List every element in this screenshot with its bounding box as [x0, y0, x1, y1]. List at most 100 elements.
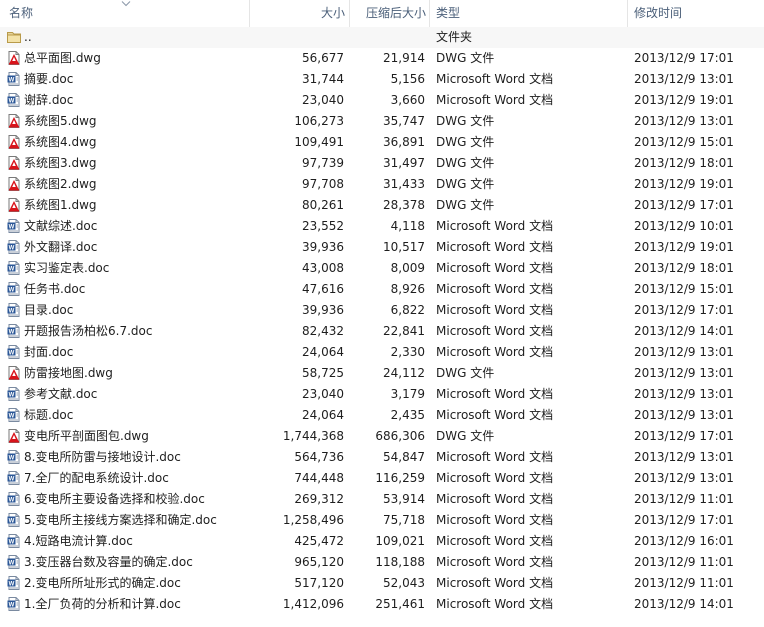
file-modified: 2013/12/9 13:01 [634, 471, 734, 485]
file-modified: 2013/12/9 13:01 [634, 72, 734, 86]
svg-text:W: W [9, 539, 15, 545]
file-row[interactable]: W 5.变电所主接线方案选择和确定.doc 1,258,496 75,718 Micro… [0, 510, 764, 531]
column-header-modified[interactable]: 修改时间 [634, 0, 682, 27]
file-type: Microsoft Word 文档 [436, 513, 554, 527]
file-row[interactable]: 系统图3.dwg 97,739 31,497 DWG 文件 2013/12/9 18:0… [0, 153, 764, 174]
file-row[interactable]: 防雷接地图.dwg 58,725 24,112 DWG 文件 2013/12/9 13:… [0, 363, 764, 384]
file-row[interactable]: W 4.短路电流计算.doc 425,472 109,021 Microsoft Wor… [0, 531, 764, 552]
word-doc-icon: W [7, 597, 20, 611]
file-row[interactable]: 系统图4.dwg 109,491 36,891 DWG 文件 2013/12/9 15:… [0, 132, 764, 153]
file-row[interactable]: W 1.全厂负荷的分析和计算.doc 1,412,096 251,461 Microso… [0, 594, 764, 615]
file-type: Microsoft Word 文档 [436, 282, 554, 296]
file-name: 谢辞.doc [24, 93, 74, 107]
file-row[interactable]: W 2.变电所所址形式的确定.doc 517,120 52,043 Microsoft … [0, 573, 764, 594]
file-name: 4.短路电流计算.doc [24, 534, 133, 548]
dwg-file-icon [8, 366, 20, 380]
file-size: 39,936 [302, 240, 344, 254]
file-type: Microsoft Word 文档 [436, 303, 554, 317]
file-size: 24,064 [302, 408, 344, 422]
file-row[interactable]: W 目录.doc 39,936 6,822 Microsoft Word 文档 2013/… [0, 300, 764, 321]
file-modified: 2013/12/9 17:01 [634, 303, 734, 317]
file-modified: 2013/12/9 14:01 [634, 597, 734, 611]
file-size: 106,273 [294, 114, 344, 128]
column-divider[interactable] [627, 0, 628, 27]
sort-chevron-icon [121, 1, 131, 7]
file-type: Microsoft Word 文档 [436, 450, 554, 464]
file-type: Microsoft Word 文档 [436, 345, 554, 359]
file-row[interactable]: W 实习鉴定表.doc 43,008 8,009 Microsoft Word 文档 20… [0, 258, 764, 279]
file-compressed-size: 8,926 [390, 282, 425, 296]
file-row[interactable]: W 外文翻译.doc 39,936 10,517 Microsoft Word 文档 20… [0, 237, 764, 258]
file-row[interactable]: W 3.变压器台数及容量的确定.doc 965,120 118,188 Microsof… [0, 552, 764, 573]
file-size: 24,064 [302, 345, 344, 359]
file-row[interactable]: W 摘要.doc 31,744 5,156 Microsoft Word 文档 2013/… [0, 69, 764, 90]
svg-text:W: W [9, 350, 15, 356]
word-doc-icon: W [7, 240, 20, 254]
word-doc-icon: W [7, 261, 20, 275]
column-header-compressed-size[interactable]: 压缩后大小 [350, 0, 426, 27]
file-size: 80,261 [302, 198, 344, 212]
svg-text:W: W [9, 77, 15, 83]
svg-text:W: W [9, 455, 15, 461]
file-name: 目录.doc [24, 303, 74, 317]
file-row[interactable]: W 封面.doc 24,064 2,330 Microsoft Word 文档 2013/… [0, 342, 764, 363]
word-doc-icon: W [7, 93, 20, 107]
dwg-file-icon [8, 156, 20, 170]
file-row[interactable]: W 文献综述.doc 23,552 4,118 Microsoft Word 文档 201… [0, 216, 764, 237]
word-doc-icon: W [7, 534, 20, 548]
parent-folder-row[interactable]: .. 文件夹 [0, 27, 764, 48]
file-size: 97,708 [302, 177, 344, 191]
svg-text:W: W [9, 476, 15, 482]
file-modified: 2013/12/9 17:01 [634, 51, 734, 65]
word-doc-icon: W [7, 72, 20, 86]
word-doc-icon: W [7, 513, 20, 527]
file-name: 文献综述.doc [24, 219, 98, 233]
file-row[interactable]: W 8.变电所防雷与接地设计.doc 564,736 54,847 Microsoft … [0, 447, 764, 468]
file-size: 43,008 [302, 261, 344, 275]
column-header-type[interactable]: 类型 [436, 0, 460, 27]
column-header-name[interactable]: 名称 [9, 0, 33, 27]
file-type: Microsoft Word 文档 [436, 492, 554, 506]
file-size: 1,744,368 [282, 429, 344, 443]
file-compressed-size: 52,043 [383, 576, 425, 590]
file-row[interactable]: W 任务书.doc 47,616 8,926 Microsoft Word 文档 2013… [0, 279, 764, 300]
column-divider[interactable] [429, 0, 430, 27]
file-name: 任务书.doc [24, 282, 86, 296]
file-type: Microsoft Word 文档 [436, 324, 554, 338]
file-row[interactable]: W 标题.doc 24,064 2,435 Microsoft Word 文档 2013/… [0, 405, 764, 426]
file-compressed-size: 686,306 [375, 429, 425, 443]
file-row[interactable]: W 谢辞.doc 23,040 3,660 Microsoft Word 文档 2013/… [0, 90, 764, 111]
file-name: 1.全厂负荷的分析和计算.doc [24, 597, 181, 611]
file-row[interactable]: W 6.变电所主要设备选择和校验.doc 269,312 53,914 Microsof… [0, 489, 764, 510]
file-compressed-size: 2,435 [390, 408, 425, 422]
file-modified: 2013/12/9 13:01 [634, 366, 734, 380]
file-row[interactable]: W 参考文献.doc 23,040 3,179 Microsoft Word 文档 201… [0, 384, 764, 405]
file-row[interactable]: 总平面图.dwg 56,677 21,914 DWG 文件 2013/12/9 17:0… [0, 48, 764, 69]
file-type: Microsoft Word 文档 [436, 93, 554, 107]
file-row[interactable]: 系统图1.dwg 80,261 28,378 DWG 文件 2013/12/9 17:0… [0, 195, 764, 216]
file-compressed-size: 2,330 [390, 345, 425, 359]
file-compressed-size: 118,188 [375, 555, 425, 569]
file-size: 744,448 [294, 471, 344, 485]
file-row[interactable]: W 开题报告汤柏松6.7.doc 82,432 22,841 Microsoft Wor… [0, 321, 764, 342]
dwg-file-icon [8, 135, 20, 149]
file-name: 变电所平剖面图包.dwg [24, 429, 149, 443]
svg-text:W: W [9, 224, 15, 230]
svg-text:W: W [9, 392, 15, 398]
file-row[interactable]: 系统图2.dwg 97,708 31,433 DWG 文件 2013/12/9 19:0… [0, 174, 764, 195]
column-header-size[interactable]: 大小 [250, 0, 345, 27]
file-name: 标题.doc [24, 408, 74, 422]
svg-text:W: W [9, 413, 15, 419]
file-row[interactable]: 变电所平剖面图包.dwg 1,744,368 686,306 DWG 文件 2013/1… [0, 426, 764, 447]
file-type: 文件夹 [436, 30, 473, 44]
svg-text:W: W [9, 497, 15, 503]
svg-text:W: W [9, 287, 15, 293]
file-type: DWG 文件 [436, 135, 495, 149]
file-row[interactable]: W 7.全厂的配电系统设计.doc 744,448 116,259 Microsoft … [0, 468, 764, 489]
dwg-file-icon [8, 51, 20, 65]
file-name: 实习鉴定表.doc [24, 261, 110, 275]
file-name: 系统图2.dwg [24, 177, 97, 191]
file-compressed-size: 28,378 [383, 198, 425, 212]
file-row[interactable]: 系统图5.dwg 106,273 35,747 DWG 文件 2013/12/9 13:… [0, 111, 764, 132]
file-type: Microsoft Word 文档 [436, 387, 554, 401]
